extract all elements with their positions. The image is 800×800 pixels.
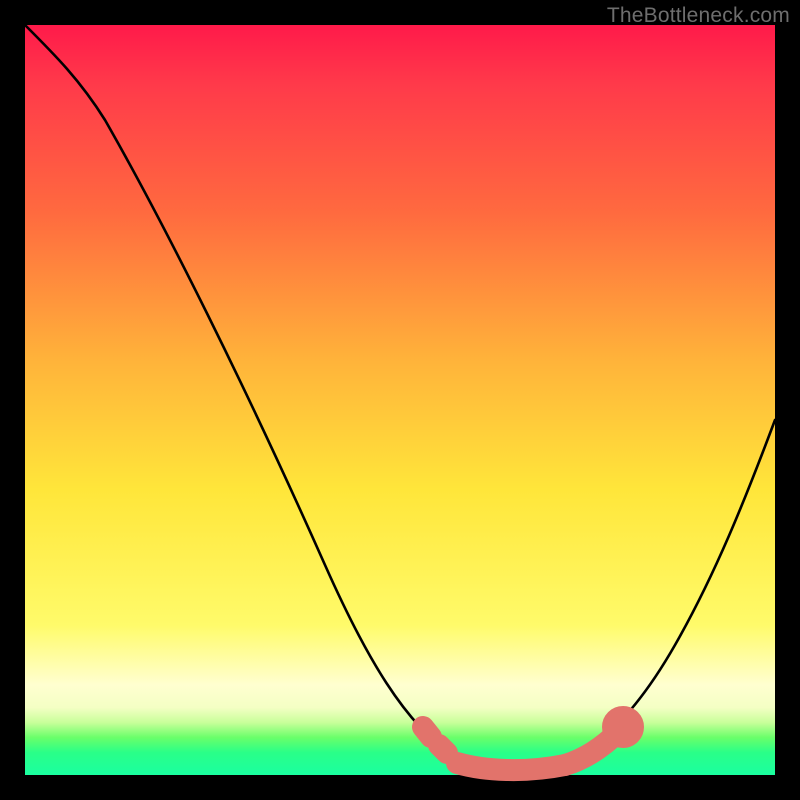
trough-highlight <box>423 717 633 770</box>
watermark-text: TheBottleneck.com <box>607 4 790 28</box>
curve-overlay <box>25 25 775 775</box>
chart-stage: TheBottleneck.com <box>0 0 800 800</box>
bottleneck-curve <box>25 25 775 769</box>
